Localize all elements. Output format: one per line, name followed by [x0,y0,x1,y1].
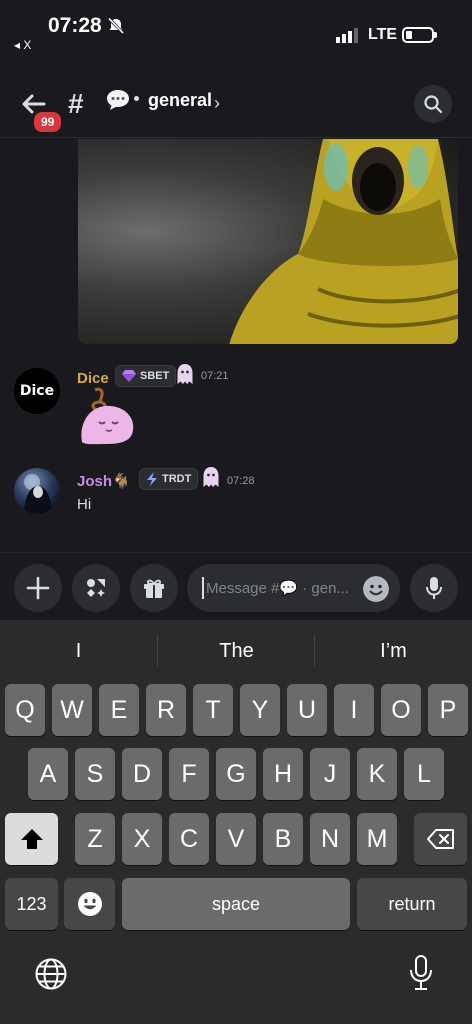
key-p[interactable]: P [428,684,468,736]
key-y[interactable]: Y [240,684,280,736]
apps-button[interactable] [72,564,120,612]
add-attachment-button[interactable] [14,564,62,612]
message-input-placeholder: Message #💬 · gen... [206,580,349,597]
key-e[interactable]: E [99,684,139,736]
key-q[interactable]: Q [5,684,45,736]
key-t[interactable]: T [193,684,233,736]
server-tag-label: TRDT [162,473,192,485]
avatar[interactable] [14,468,60,514]
emoji-key[interactable] [64,878,115,930]
sticker-image[interactable] [77,386,139,448]
channel-name[interactable]: general [148,90,212,111]
return-key[interactable]: return [357,878,467,930]
server-tag[interactable]: SBET [115,365,177,387]
suggestion-item[interactable]: The [158,640,315,663]
globe-icon[interactable] [34,957,68,991]
search-button[interactable] [414,85,452,123]
mic-icon [426,577,442,599]
message-text: Hi [77,496,92,513]
key-b[interactable]: B [263,813,303,865]
back-to-app-link[interactable]: ◂ X [14,38,31,52]
key-l[interactable]: L [404,748,444,800]
message-timestamp: 07:28 [227,475,255,487]
image-attachment[interactable]: gif [78,139,458,344]
voice-message-button[interactable] [410,564,458,612]
channel-header: 99 # general › [0,62,472,138]
text-caret [202,577,204,599]
status-time: 07:28 [48,14,102,37]
channel-separator-dot [134,96,139,101]
key-o[interactable]: O [381,684,421,736]
key-u[interactable]: U [287,684,327,736]
avatar-figure-image [24,474,52,514]
numbers-key[interactable]: 123 [5,878,58,930]
key-h[interactable]: H [263,748,303,800]
message-author[interactable]: Josh🐐 [77,472,131,490]
status-bar: 07:28 ◂ X LTE [0,0,472,62]
key-r[interactable]: R [146,684,186,736]
search-icon [424,95,443,114]
on-screen-keyboard: I The I’m Q W E R T Y U I O P A S D F G … [0,620,472,1024]
image-watermark: gif [443,332,452,341]
chevron-right-icon[interactable]: › [214,93,220,114]
key-a[interactable]: A [28,748,68,800]
key-c[interactable]: C [169,813,209,865]
emoji-keyboard-icon [77,892,102,916]
apps-icon [87,579,105,597]
delete-key[interactable] [414,813,467,865]
ghost-icon [203,467,219,487]
shift-icon [20,829,43,849]
key-j[interactable]: J [310,748,350,800]
emoji-icon[interactable] [363,576,389,602]
gem-icon [122,370,136,382]
suggestion-item[interactable]: I [0,640,157,663]
message-item: Dice Dice SBET 07:21 [0,364,472,448]
key-k[interactable]: K [357,748,397,800]
key-w[interactable]: W [52,684,92,736]
ghost-icon [177,364,193,384]
message-item: Josh🐐 TRDT 07:28 Hi [0,467,472,518]
message-timestamp: 07:21 [201,370,229,382]
shift-key[interactable] [5,813,58,865]
key-x[interactable]: X [122,813,162,865]
unread-badge: 99 [32,110,64,134]
backspace-icon [426,829,454,849]
key-d[interactable]: D [122,748,162,800]
network-type: LTE [368,26,398,43]
battery-icon [402,27,437,43]
plus-icon [26,576,50,600]
server-tag-label: SBET [140,370,170,382]
yellow-figure-image [229,139,458,344]
key-s[interactable]: S [75,748,115,800]
gift-icon [144,579,164,598]
key-i[interactable]: I [334,684,374,736]
channel-hash-icon: # [68,88,84,119]
key-m[interactable]: M [357,813,397,865]
speech-bubble-icon [107,90,129,110]
message-author[interactable]: Dice [77,370,109,387]
lightning-icon [147,472,157,486]
bell-muted-icon [107,17,125,35]
key-n[interactable]: N [310,813,350,865]
avatar[interactable]: Dice [14,368,60,414]
suggestion-item[interactable]: I’m [315,640,472,663]
gift-button[interactable] [130,564,178,612]
signal-icon [336,28,358,43]
dictation-mic-icon[interactable] [408,955,434,991]
key-g[interactable]: G [216,748,256,800]
key-f[interactable]: F [169,748,209,800]
server-tag[interactable]: TRDT [139,468,199,490]
space-key[interactable]: space [122,878,350,930]
message-composer: Message #💬 · gen... [0,552,472,620]
key-z[interactable]: Z [75,813,115,865]
key-v[interactable]: V [216,813,256,865]
message-input[interactable]: Message #💬 · gen... [187,564,400,612]
